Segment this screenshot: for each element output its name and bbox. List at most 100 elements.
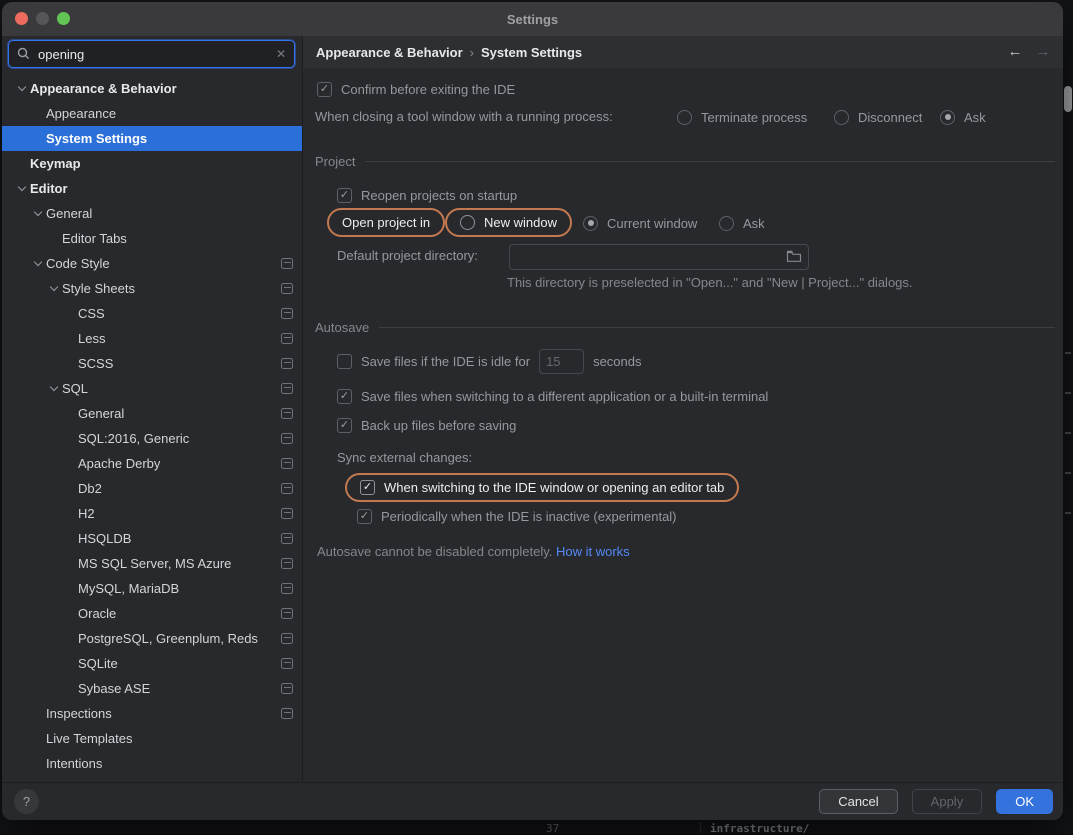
radio-icon xyxy=(677,110,692,125)
project-scope-icon xyxy=(281,333,293,344)
sidebar-item-code-style[interactable]: Code Style xyxy=(2,251,302,276)
editor-text-fragment xyxy=(1065,512,1071,514)
project-scope-icon xyxy=(281,583,293,594)
project-scope-icon xyxy=(281,283,293,294)
sidebar-item-appearance-behavior[interactable]: Appearance & Behavior xyxy=(2,76,302,101)
confirm-exit-checkbox[interactable]: ✓ Confirm before exiting the IDE xyxy=(317,78,515,100)
sidebar-item-keymap[interactable]: Keymap xyxy=(2,151,302,176)
back-arrow-icon[interactable]: ← xyxy=(1003,41,1027,63)
project-scope-icon xyxy=(281,658,293,669)
title-bar: Settings xyxy=(2,2,1063,36)
radio-icon xyxy=(460,215,475,230)
sidebar-item-style-sheets[interactable]: Style Sheets xyxy=(2,276,302,301)
zoom-window-button[interactable] xyxy=(57,12,70,25)
settings-dialog: Settings ✕ Appearance & Behavior Appeara… xyxy=(2,2,1063,820)
search-icon xyxy=(17,47,32,61)
sidebar-item-h2[interactable]: H2 xyxy=(2,501,302,526)
default-directory-input[interactable] xyxy=(509,244,809,270)
default-directory-field-wrap xyxy=(509,244,809,270)
folder-icon[interactable] xyxy=(786,249,802,263)
sidebar-item-db2[interactable]: Db2 xyxy=(2,476,302,501)
radio-icon xyxy=(719,216,734,231)
backup-files-checkbox[interactable]: ✓ Back up files before saving xyxy=(337,414,516,436)
sidebar-item-oracle[interactable]: Oracle xyxy=(2,601,302,626)
ok-button[interactable]: OK xyxy=(996,789,1053,814)
project-scope-icon xyxy=(281,533,293,544)
chevron-down-icon[interactable] xyxy=(14,187,30,190)
settings-sidebar: ✕ Appearance & Behavior Appearance Syste… xyxy=(2,36,303,782)
sidebar-item-editor-tabs[interactable]: Editor Tabs xyxy=(2,226,302,251)
breadcrumb-appearance-behavior[interactable]: Appearance & Behavior xyxy=(316,45,463,60)
sidebar-item-inspections[interactable]: Inspections xyxy=(2,701,302,726)
sync-external-changes-label: Sync external changes: xyxy=(337,450,472,465)
sidebar-item-general[interactable]: General xyxy=(2,201,302,226)
forward-arrow-icon: → xyxy=(1031,41,1055,63)
project-scope-icon xyxy=(281,358,293,369)
radio-ask-open[interactable]: Ask xyxy=(719,212,765,234)
cancel-button[interactable]: Cancel xyxy=(819,789,897,814)
radio-new-window[interactable]: New window xyxy=(445,208,572,237)
help-button[interactable]: ? xyxy=(14,789,39,814)
window-controls xyxy=(15,12,70,25)
sidebar-item-sql2016-generic[interactable]: SQL:2016, Generic xyxy=(2,426,302,451)
radio-selected-icon xyxy=(583,216,598,231)
section-divider xyxy=(365,161,1055,162)
chevron-down-icon[interactable] xyxy=(46,287,62,290)
idle-seconds-input[interactable] xyxy=(539,349,584,374)
radio-current-window[interactable]: Current window xyxy=(583,212,697,234)
footer-buttons: Cancel Apply OK xyxy=(819,789,1053,814)
editor-line-number: 37 xyxy=(546,822,559,835)
project-scope-icon xyxy=(281,408,293,419)
project-scope-icon xyxy=(281,433,293,444)
sidebar-item-less[interactable]: Less xyxy=(2,326,302,351)
breadcrumb-system-settings: System Settings xyxy=(481,45,582,60)
sidebar-item-scss[interactable]: SCSS xyxy=(2,351,302,376)
checkbox-icon: ✓ xyxy=(337,188,352,203)
checkbox-icon: ✓ xyxy=(360,480,375,495)
settings-tree: Appearance & Behavior Appearance System … xyxy=(2,76,302,782)
editor-text-fragment xyxy=(1065,352,1071,354)
project-scope-icon xyxy=(281,558,293,569)
chevron-down-icon[interactable] xyxy=(30,212,46,215)
radio-terminate-process[interactable]: Terminate process xyxy=(677,106,807,128)
sidebar-item-live-templates[interactable]: Live Templates xyxy=(2,726,302,751)
sidebar-item-ms-sql-server[interactable]: MS SQL Server, MS Azure xyxy=(2,551,302,576)
breadcrumb-separator: › xyxy=(470,45,474,60)
sidebar-item-system-settings[interactable]: System Settings xyxy=(2,126,302,151)
project-scope-icon xyxy=(281,608,293,619)
sidebar-item-intentions[interactable]: Intentions xyxy=(2,751,302,776)
radio-ask-closing[interactable]: Ask xyxy=(940,106,986,128)
sidebar-item-apache-derby[interactable]: Apache Derby xyxy=(2,451,302,476)
sidebar-item-appearance[interactable]: Appearance xyxy=(2,101,302,126)
sidebar-item-postgresql[interactable]: PostgreSQL, Greenplum, Reds xyxy=(2,626,302,651)
save-on-switch-checkbox[interactable]: ✓ Save files when switching to a differe… xyxy=(337,385,768,407)
chevron-down-icon[interactable] xyxy=(30,262,46,265)
sidebar-item-hsqldb[interactable]: HSQLDB xyxy=(2,526,302,551)
project-scope-icon xyxy=(281,383,293,394)
sidebar-item-sybase-ase[interactable]: Sybase ASE xyxy=(2,676,302,701)
reopen-projects-checkbox[interactable]: ✓ Reopen projects on startup xyxy=(337,184,517,206)
close-window-button[interactable] xyxy=(15,12,28,25)
search-input[interactable] xyxy=(38,47,270,62)
sidebar-item-sqlite[interactable]: SQLite xyxy=(2,651,302,676)
sync-on-switch-checkbox[interactable]: ✓ When switching to the IDE window or op… xyxy=(345,473,739,502)
chevron-down-icon[interactable] xyxy=(46,387,62,390)
sidebar-item-sql[interactable]: SQL xyxy=(2,376,302,401)
sidebar-item-css[interactable]: CSS xyxy=(2,301,302,326)
chevron-down-icon[interactable] xyxy=(14,87,30,90)
sidebar-item-mysql-mariadb[interactable]: MySQL, MariaDB xyxy=(2,576,302,601)
default-directory-label: Default project directory: xyxy=(337,248,478,263)
settings-search-field[interactable]: ✕ xyxy=(8,40,295,68)
default-directory-help: This directory is preselected in "Open..… xyxy=(507,275,913,290)
sync-periodic-checkbox[interactable]: ✓ Periodically when the IDE is inactive … xyxy=(357,505,677,527)
sidebar-item-sql-general[interactable]: General xyxy=(2,401,302,426)
checkbox-icon: ✓ xyxy=(357,509,372,524)
how-it-works-link[interactable]: How it works xyxy=(556,544,630,559)
save-idle-checkbox[interactable]: Save files if the IDE is idle for second… xyxy=(337,350,642,372)
radio-disconnect[interactable]: Disconnect xyxy=(834,106,922,128)
minimize-window-button xyxy=(36,12,49,25)
clear-search-icon[interactable]: ✕ xyxy=(276,47,286,61)
editor-path-text: infrastructure/ xyxy=(710,822,809,835)
sidebar-item-editor[interactable]: Editor xyxy=(2,176,302,201)
confirm-exit-label: Confirm before exiting the IDE xyxy=(341,82,515,97)
